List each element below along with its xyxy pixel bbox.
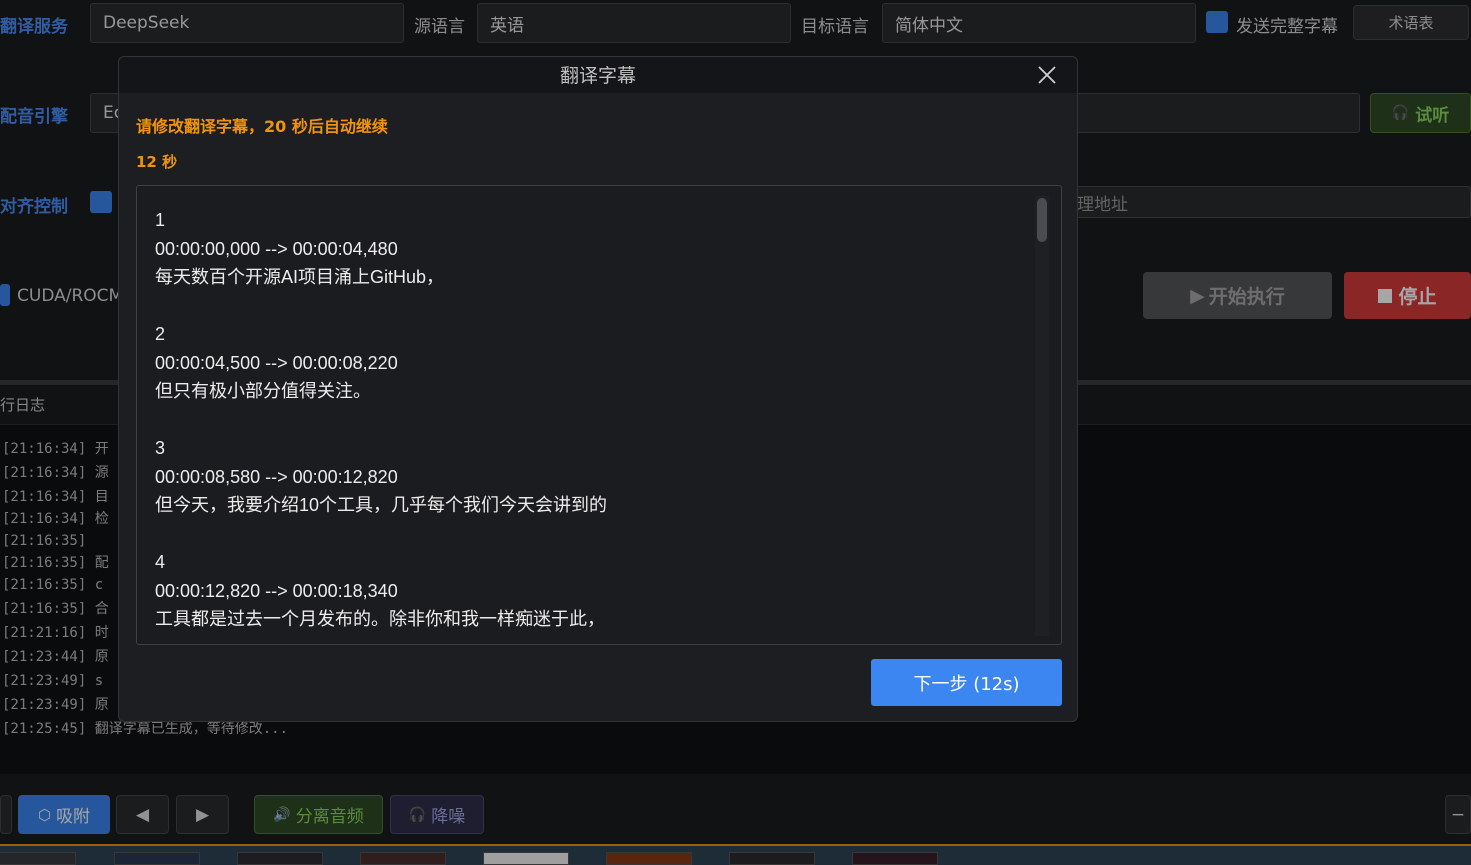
close-icon[interactable] — [1035, 63, 1059, 87]
listen-button-label: 试听 — [1415, 105, 1450, 126]
stop-button-label: 停止 — [1398, 286, 1437, 308]
right-arrow-icon: ▶ — [195, 804, 210, 825]
left-arrow-icon: ◀ — [135, 804, 150, 825]
subtitle-editor[interactable]: 1 00:00:00,000 --> 00:00:04,480 每天数百个开源A… — [136, 185, 1062, 645]
timeline-thumbnail[interactable] — [114, 852, 200, 865]
headphones-icon: 🎧 — [1391, 105, 1410, 121]
source-lang-label: 源语言 — [414, 17, 465, 37]
timeline-thumbnail[interactable] — [729, 852, 815, 865]
prev-button[interactable]: ◀ — [116, 795, 169, 834]
snap-button[interactable]: ⬡ 吸附 — [18, 795, 110, 834]
send-full-subtitle-checkbox[interactable] — [1206, 11, 1228, 33]
toolbar-left-edge-button[interactable] — [0, 795, 12, 834]
denoise-label: 降噪 — [431, 807, 466, 827]
next-step-button[interactable]: 下一步 (12s) — [871, 659, 1062, 706]
separate-audio-label: 分离音频 — [295, 807, 364, 827]
timeline-thumbnail[interactable] — [606, 852, 692, 865]
stop-button[interactable]: 停止 — [1344, 272, 1471, 319]
play-icon: ▶ — [1190, 284, 1205, 307]
glossary-button[interactable]: 术语表 — [1353, 5, 1469, 40]
cuda-checkbox[interactable] — [0, 284, 10, 306]
target-lang-label: 目标语言 — [801, 17, 869, 37]
cuda-label: CUDA/ROCM — [17, 286, 124, 306]
minus-icon: − — [1450, 804, 1466, 825]
send-full-subtitle-label: 发送完整字幕 — [1236, 17, 1338, 37]
speaker-icon: 🔊 — [273, 806, 291, 823]
subtitle-text[interactable]: 1 00:00:00,000 --> 00:00:04,480 每天数百个开源A… — [155, 206, 607, 634]
timeline-thumbnail[interactable] — [237, 852, 323, 865]
timeline-thumbnail[interactable] — [360, 852, 446, 865]
dialog-title-bar[interactable]: 翻译字幕 — [119, 57, 1077, 93]
editor-scrollbar[interactable] — [1035, 196, 1049, 636]
align-control-label: 对齐控制 — [0, 197, 68, 217]
hexagon-icon: ⬡ — [37, 805, 52, 824]
target-lang-select[interactable]: 简体中文 — [882, 3, 1196, 43]
start-button-label: 开始执行 — [1208, 286, 1285, 308]
denoise-button[interactable]: 🎧 降噪 — [390, 795, 484, 834]
headphones-icon: 🎧 — [408, 806, 427, 823]
auto-continue-notice: 请修改翻译字幕，20 秒后自动继续 — [136, 117, 388, 136]
timeline-thumbnail[interactable] — [483, 852, 569, 865]
timeline-thumbnail[interactable] — [0, 852, 76, 865]
source-lang-select[interactable]: 英语 — [477, 3, 791, 43]
log-header: 行日志 — [0, 396, 46, 414]
dialog-title: 翻译字幕 — [559, 65, 636, 87]
timeline-thumbnail[interactable] — [852, 852, 938, 865]
countdown-text: 12 秒 — [136, 153, 178, 171]
translate-subtitle-dialog: 翻译字幕 请修改翻译字幕，20 秒后自动继续 12 秒 1 00:00:00,0… — [118, 56, 1078, 722]
separate-audio-button[interactable]: 🔊 分离音频 — [254, 795, 383, 834]
translate-service-select[interactable]: DeepSeek — [90, 3, 404, 43]
stop-icon — [1378, 288, 1393, 303]
zoom-out-button[interactable]: − — [1445, 795, 1471, 834]
listen-button[interactable]: 🎧 试听 — [1370, 93, 1471, 133]
snap-button-label: 吸附 — [56, 807, 91, 827]
proxy-address-input[interactable]: 理地址 — [1040, 186, 1471, 218]
start-button[interactable]: ▶ 开始执行 — [1143, 272, 1332, 319]
align-control-checkbox[interactable] — [90, 191, 112, 213]
dub-engine-label: 配音引擎 — [0, 107, 68, 127]
scrollbar-thumb[interactable] — [1037, 198, 1047, 242]
translate-service-label: 翻译服务 — [0, 17, 68, 37]
next-frame-button[interactable]: ▶ — [176, 795, 229, 834]
